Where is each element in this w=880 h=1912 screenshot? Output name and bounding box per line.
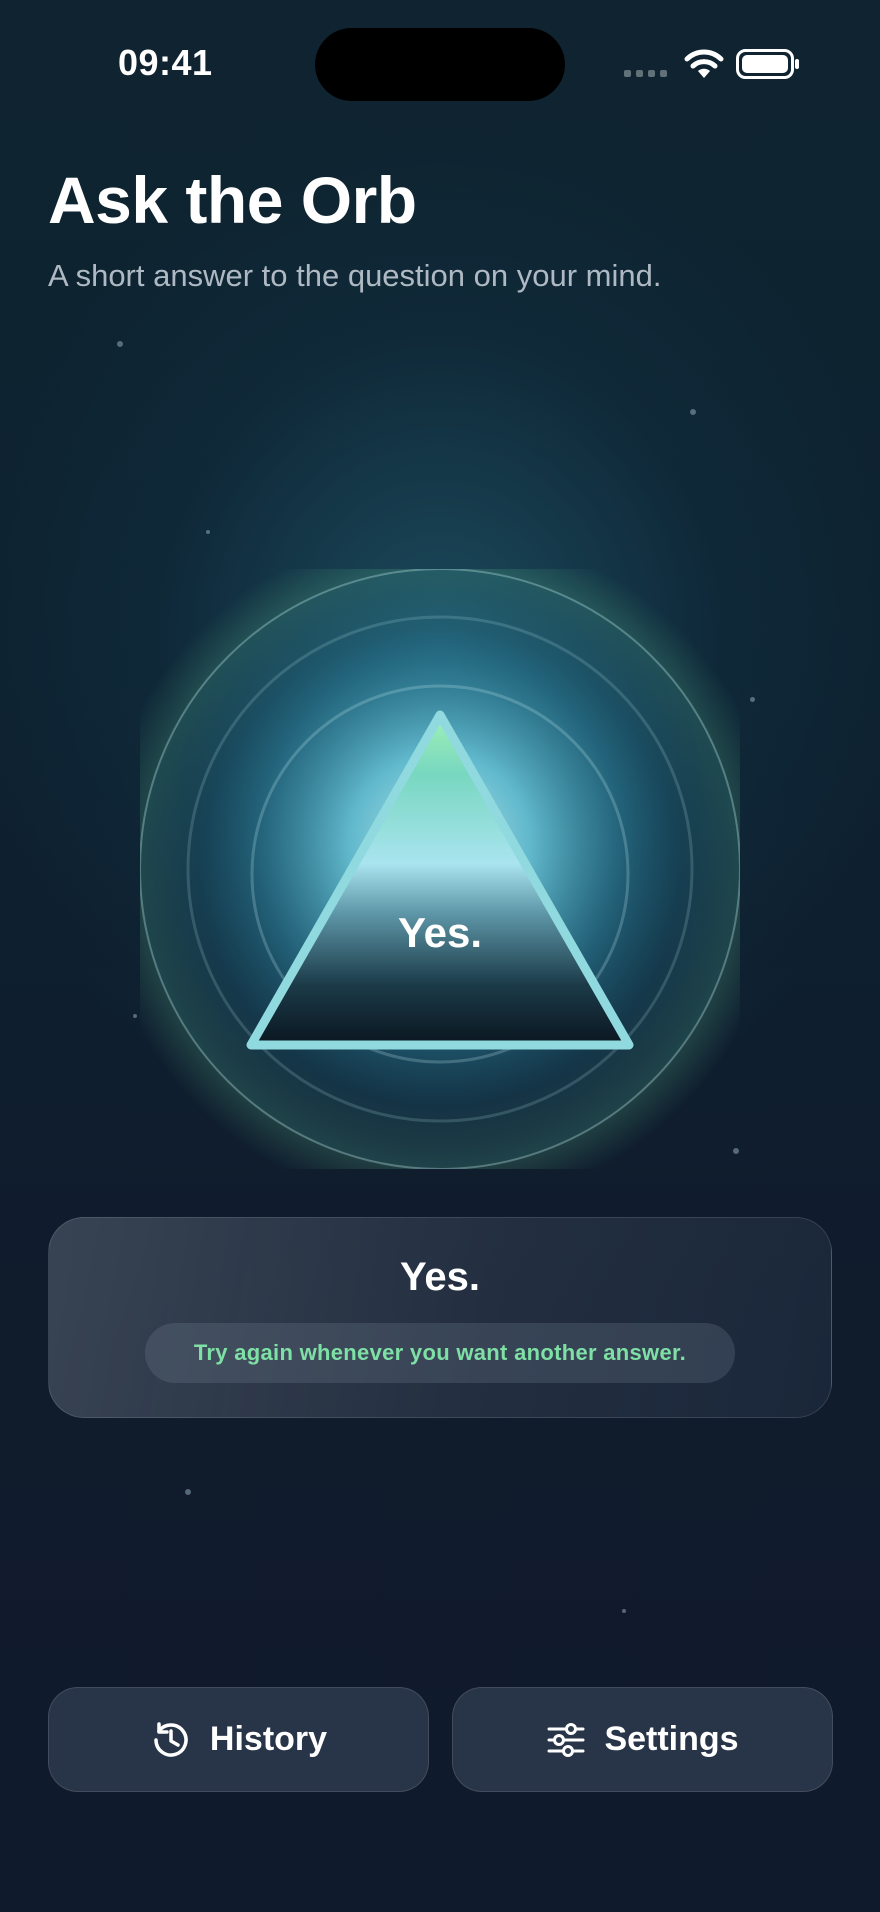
page-title: Ask the Orb <box>48 163 417 237</box>
battery-icon <box>736 49 799 79</box>
status-bar: 09:41 <box>0 0 880 130</box>
settings-label: Settings <box>604 1720 739 1758</box>
star-particle <box>690 409 696 415</box>
history-label: History <box>209 1720 328 1758</box>
star-particle <box>185 1489 191 1495</box>
answer-card: Yes. Try again whenever you want another… <box>48 1217 832 1418</box>
dynamic-island <box>315 28 565 101</box>
settings-button[interactable]: Settings <box>452 1687 833 1792</box>
star-particle <box>117 341 123 347</box>
answer-text: Yes. <box>399 1255 481 1299</box>
history-icon <box>154 1721 188 1757</box>
star-particle <box>206 530 210 534</box>
page-subtitle: A short answer to the question on your m… <box>48 258 662 293</box>
star-particle <box>750 697 755 702</box>
status-time: 09:41 <box>118 42 213 83</box>
sliders-icon <box>547 1722 585 1757</box>
cellular-signal-icon <box>624 70 667 77</box>
hint-text: Try again whenever you want another answ… <box>193 1340 687 1365</box>
orb-answer-text: Yes. <box>398 909 482 956</box>
magic-orb[interactable]: Yes. <box>140 569 740 1169</box>
star-particle <box>622 1609 626 1613</box>
hint-pill: Try again whenever you want another answ… <box>145 1323 735 1383</box>
wifi-icon <box>684 49 724 78</box>
star-particle <box>133 1014 137 1018</box>
history-button[interactable]: History <box>48 1687 429 1792</box>
